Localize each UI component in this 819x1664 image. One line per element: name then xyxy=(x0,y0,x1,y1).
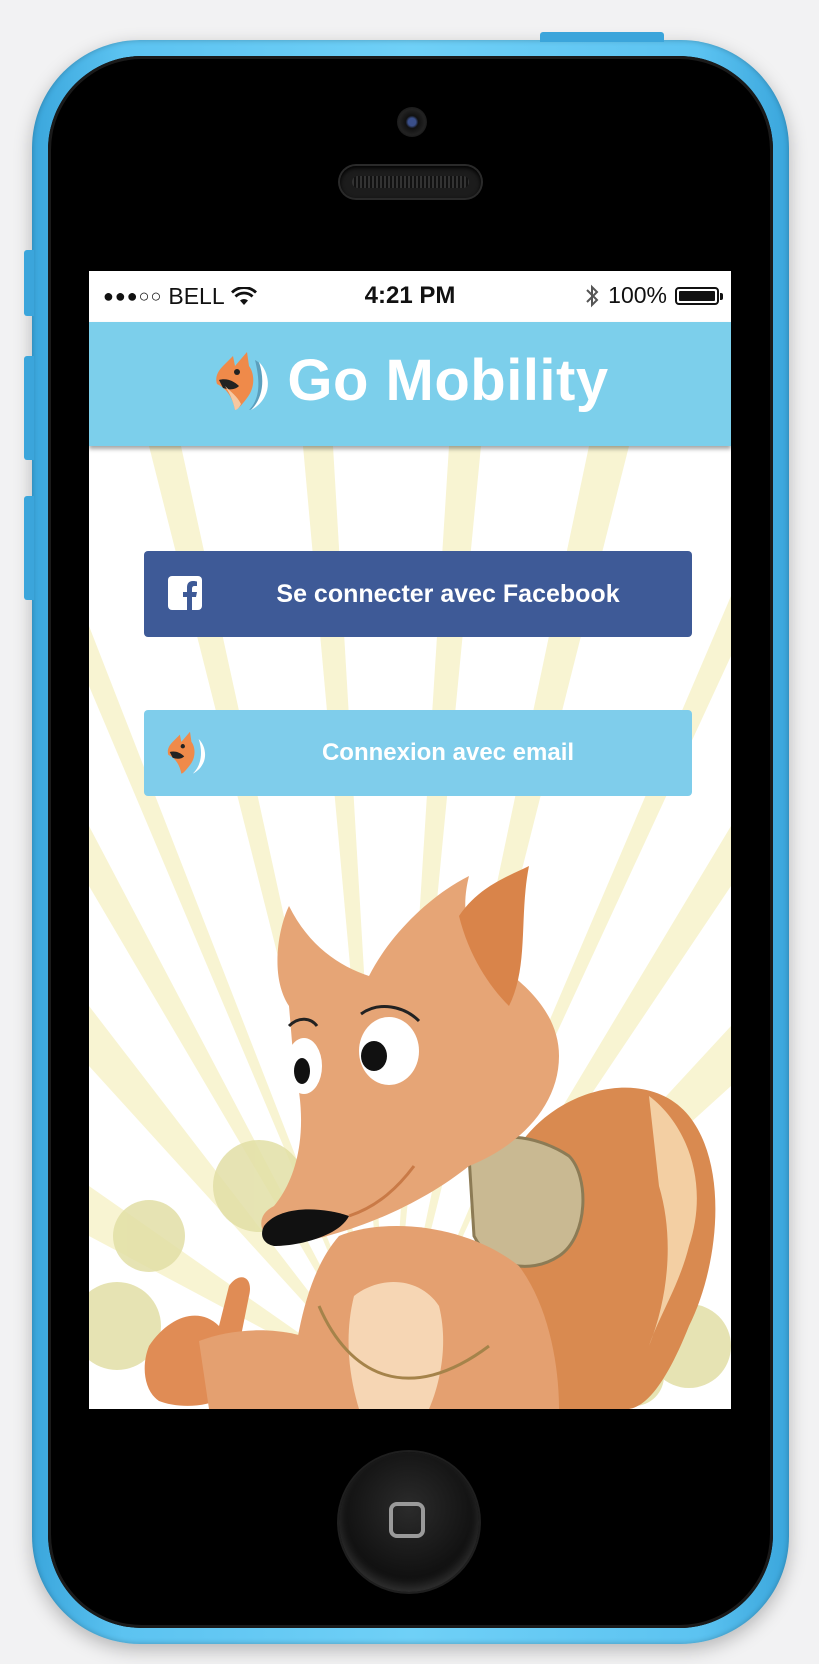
front-camera xyxy=(397,107,427,137)
power-button xyxy=(540,32,664,42)
email-login-label: Connexion avec email xyxy=(321,739,575,766)
login-content: Se connecter avec Facebook Connexion ave… xyxy=(89,446,731,1409)
volume-up-button xyxy=(24,356,34,460)
home-button[interactable] xyxy=(339,1452,479,1592)
app-header: Go Mobility xyxy=(89,322,731,446)
app-brand: Go Mobility xyxy=(89,344,731,416)
volume-down-button xyxy=(24,496,34,600)
phone-screen: ●●●○○ BELL 4:21 PM 100% Go Mobility Se c… xyxy=(89,271,731,1409)
facebook-login-button[interactable]: Se connecter avec Facebook xyxy=(144,551,692,637)
status-bar: ●●●○○ BELL 4:21 PM 100% xyxy=(89,271,731,322)
facebook-icon xyxy=(168,576,202,610)
facebook-login-label: Se connecter avec Facebook xyxy=(276,579,620,608)
battery-percentage: 100% xyxy=(608,282,667,308)
battery-icon xyxy=(675,286,723,305)
bluetooth-icon xyxy=(586,284,599,307)
fox-logo-icon xyxy=(216,352,269,410)
status-right: 100% xyxy=(584,282,723,309)
earpiece-speaker xyxy=(340,166,481,198)
email-login-button[interactable]: Connexion avec email xyxy=(144,710,692,796)
mute-switch xyxy=(24,250,34,316)
app-title: Go Mobility xyxy=(287,347,609,413)
fox-logo-icon xyxy=(167,731,206,774)
